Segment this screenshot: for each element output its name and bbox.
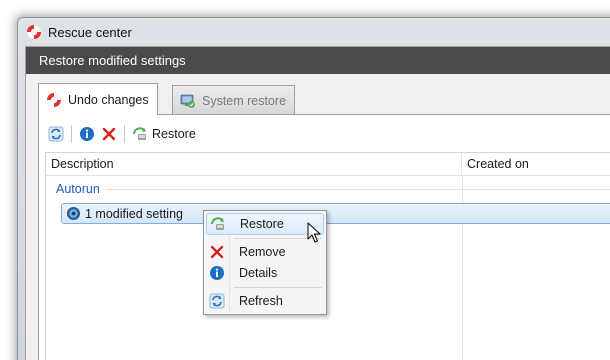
list-item[interactable]: 1 modified setting <box>61 203 610 224</box>
changes-list[interactable]: Description Created on Autorun 1 modifie… <box>45 152 610 360</box>
group-divider-line <box>105 188 610 190</box>
red-x-icon <box>102 127 116 140</box>
restore-icon <box>133 126 146 140</box>
restore-icon <box>211 217 224 230</box>
tab-undo-changes-label: Undo changes <box>68 92 149 107</box>
menu-separator <box>234 287 322 288</box>
toolbar-separator <box>124 124 125 143</box>
lifebuoy-icon <box>47 92 61 107</box>
column-header-created-on-label: Created on <box>467 157 529 171</box>
menu-item-refresh[interactable]: Refresh <box>206 290 324 312</box>
mouse-cursor-icon <box>307 222 321 243</box>
refresh-icon <box>48 126 64 141</box>
refresh-icon <box>209 293 225 309</box>
section-header: Restore modified settings <box>26 47 610 74</box>
menu-item-details-label: Details <box>239 266 278 280</box>
group-header-label: Autorun <box>56 182 100 196</box>
menu-item-details[interactable]: Details <box>206 262 324 284</box>
toolbar-separator <box>71 124 72 143</box>
restore-button[interactable]: Restore <box>129 123 199 145</box>
tab-system-restore-label: System restore <box>202 93 287 108</box>
system-restore-icon <box>180 94 195 108</box>
tab-strip: Undo changes System restore <box>38 83 610 115</box>
column-header-description-label: Description <box>51 157 114 171</box>
title-bar[interactable]: Rescue center <box>18 18 610 46</box>
column-header-created-on[interactable]: Created on <box>462 153 610 175</box>
section-header-text: Restore modified settings <box>39 53 186 68</box>
window-title: Rescue center <box>48 24 132 40</box>
group-header-autorun[interactable]: Autorun <box>56 181 610 197</box>
menu-item-restore-label: Restore <box>240 217 284 231</box>
info-icon <box>80 126 94 141</box>
modified-setting-icon <box>66 206 81 221</box>
menu-item-remove-label: Remove <box>239 245 286 259</box>
toolbar: Restore <box>39 115 610 152</box>
menu-item-remove[interactable]: Remove <box>206 241 324 263</box>
red-x-icon <box>210 245 224 259</box>
lifebuoy-icon <box>27 25 41 39</box>
info-icon <box>210 266 224 280</box>
details-button[interactable] <box>76 123 98 145</box>
refresh-button[interactable] <box>45 123 67 145</box>
list-item-label: 1 modified setting <box>85 206 183 221</box>
list-header: Description Created on <box>46 153 610 176</box>
tab-system-restore[interactable]: System restore <box>172 85 296 115</box>
tab-undo-changes[interactable]: Undo changes <box>38 83 158 115</box>
restore-button-label: Restore <box>152 126 196 141</box>
column-header-description[interactable]: Description <box>46 153 462 175</box>
remove-button[interactable] <box>98 123 120 145</box>
menu-item-refresh-label: Refresh <box>239 294 283 308</box>
